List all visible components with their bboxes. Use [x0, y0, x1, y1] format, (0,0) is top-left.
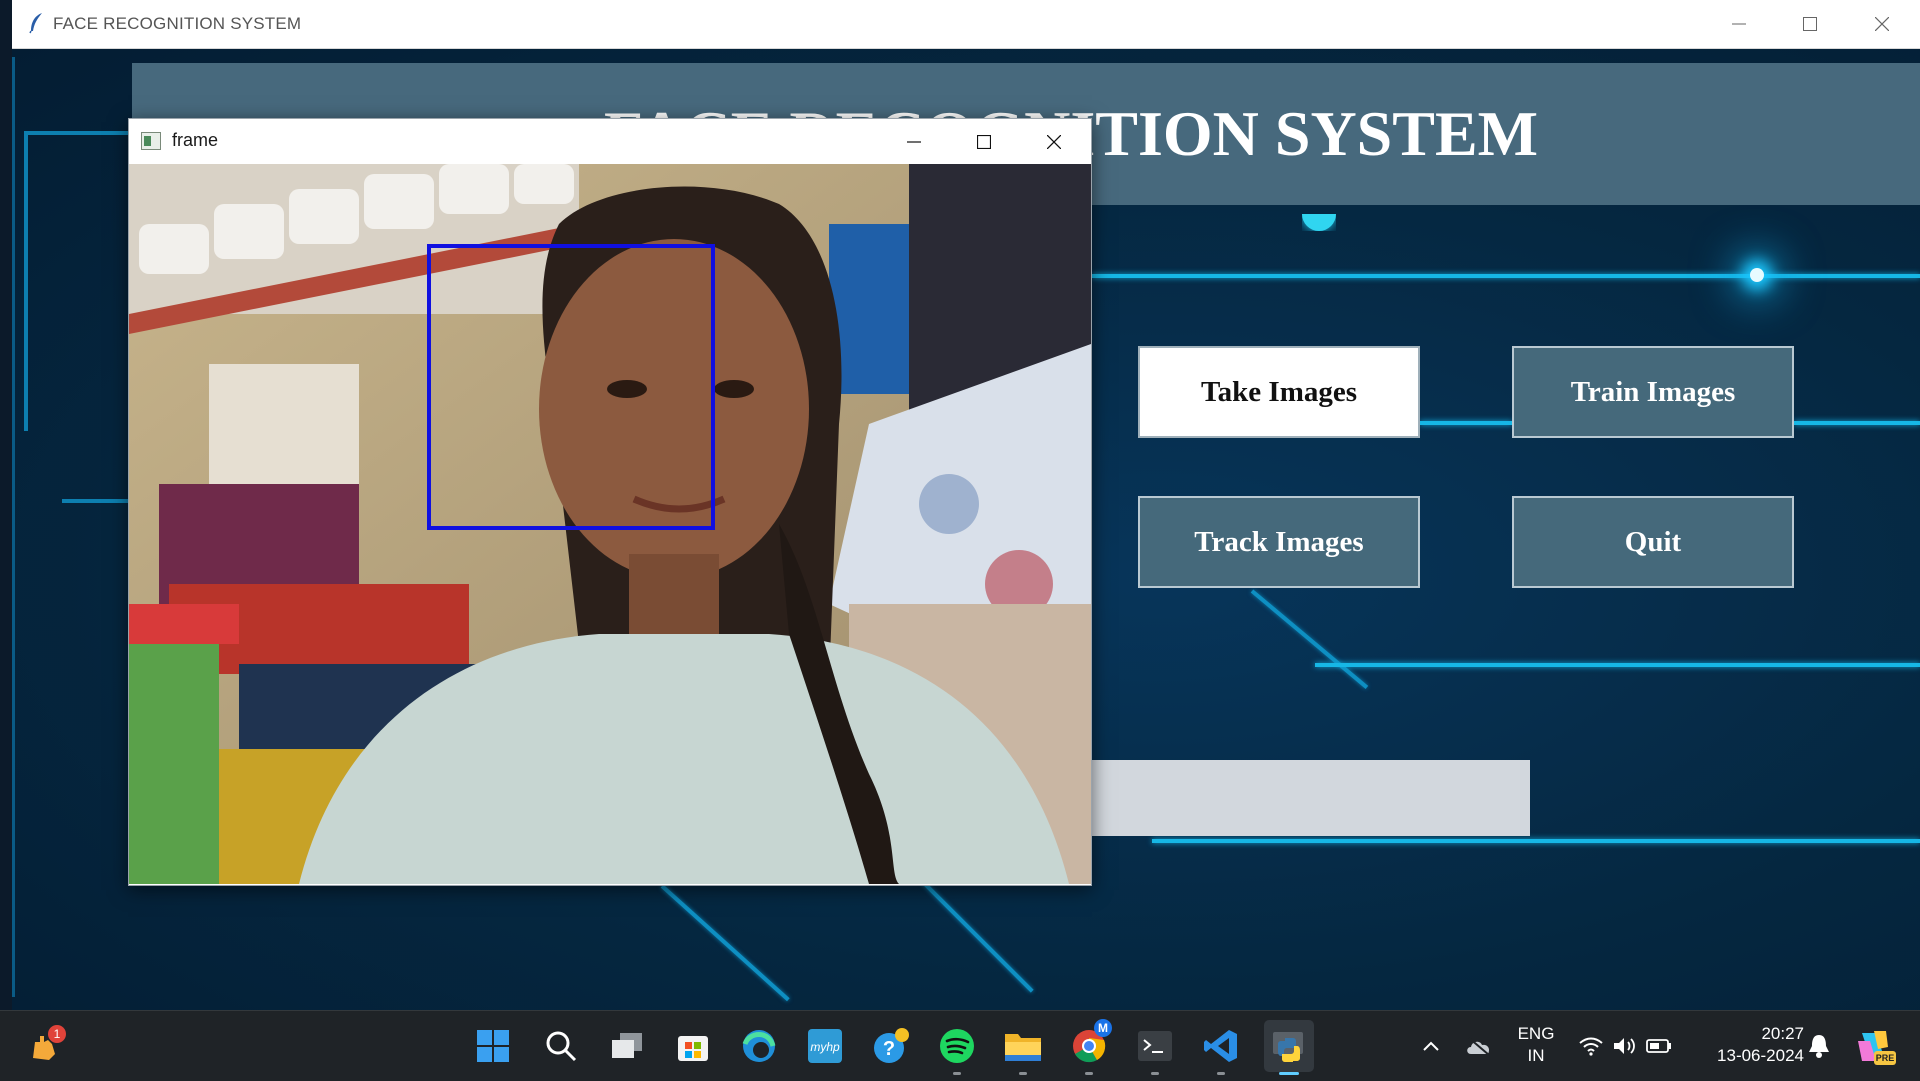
- terminal-button[interactable]: [1134, 1025, 1176, 1075]
- close-icon: [1875, 17, 1889, 31]
- background-trace: [1794, 421, 1920, 425]
- clock-time: 20:27: [1761, 1024, 1804, 1043]
- onedrive-cloud-icon: [1467, 1037, 1490, 1056]
- svg-text:myhp: myhp: [810, 1040, 840, 1054]
- status-field: [1082, 760, 1530, 836]
- app-titlebar: FACE RECOGNITION SYSTEM: [12, 0, 1920, 49]
- microsoft-store-button[interactable]: [672, 1025, 714, 1067]
- minimize-button[interactable]: [1705, 0, 1773, 48]
- terminal-icon: [1138, 1031, 1172, 1061]
- background-trace: [24, 131, 28, 431]
- clock-date: 13-06-2024: [1717, 1046, 1804, 1065]
- background-trace: [24, 131, 144, 135]
- running-indicator: [1217, 1072, 1225, 1075]
- search-button[interactable]: [540, 1025, 582, 1067]
- show-hidden-icons-button[interactable]: [1410, 1025, 1452, 1067]
- frame-minimize-button[interactable]: [879, 119, 949, 164]
- quick-settings-button[interactable]: [1570, 1025, 1680, 1067]
- background-trace: [1250, 589, 1369, 689]
- close-icon: [1047, 134, 1061, 149]
- take-images-button[interactable]: Take Images: [1138, 346, 1420, 438]
- task-view-icon: [612, 1033, 642, 1058]
- frame-window-title: frame: [172, 130, 219, 150]
- edge-button[interactable]: [738, 1025, 780, 1067]
- spotify-icon: [940, 1029, 974, 1063]
- background-trace: [1420, 421, 1512, 425]
- background-trace: [660, 884, 790, 1002]
- file-explorer-icon: [1005, 1034, 1041, 1061]
- get-help-icon: ?: [874, 1028, 909, 1063]
- language-code: ENG: [1517, 1024, 1555, 1043]
- running-indicator: [1085, 1072, 1093, 1075]
- spotify-button[interactable]: [936, 1025, 978, 1075]
- maximize-icon: [977, 134, 991, 149]
- webcam-image: [129, 164, 1091, 884]
- volume-icon: [1614, 1038, 1635, 1054]
- microsoft-store-icon: [678, 1036, 708, 1061]
- weather-widget[interactable]: 1: [24, 1025, 66, 1067]
- background-trace: [1152, 839, 1920, 843]
- camera-frame-window: frame: [128, 118, 1092, 886]
- glow-dot: [1750, 268, 1764, 282]
- minimize-icon: [1732, 23, 1746, 25]
- search-icon: [546, 1031, 577, 1062]
- python-button[interactable]: [1264, 1020, 1314, 1075]
- notification-badge: 1: [48, 1025, 66, 1043]
- clock[interactable]: 20:27 13-06-2024: [1694, 1023, 1804, 1067]
- vscode-icon: [1204, 1030, 1237, 1062]
- start-button[interactable]: [472, 1025, 514, 1067]
- myhp-button[interactable]: myhp: [804, 1025, 846, 1067]
- app-window-title: FACE RECOGNITION SYSTEM: [53, 14, 302, 33]
- chevron-up-icon: [1423, 1041, 1439, 1051]
- background-trace: [1092, 274, 1920, 278]
- python-icon: [1273, 1032, 1303, 1062]
- opencv-window-icon: [141, 132, 161, 150]
- frame-close-button[interactable]: [1019, 119, 1089, 164]
- background-trace: [12, 57, 15, 997]
- maximize-icon: [1803, 17, 1817, 31]
- running-indicator: [1019, 1072, 1027, 1075]
- chrome-profile-badge: M: [1094, 1019, 1112, 1037]
- track-images-button[interactable]: Track Images: [1138, 496, 1420, 588]
- active-indicator: [1279, 1072, 1299, 1075]
- close-button[interactable]: [1848, 0, 1916, 48]
- file-explorer-button[interactable]: [1002, 1025, 1044, 1075]
- frame-maximize-button[interactable]: [949, 119, 1019, 164]
- feather-icon: [29, 13, 42, 34]
- quit-button[interactable]: Quit: [1512, 496, 1794, 588]
- battery-icon: [1646, 1039, 1671, 1053]
- background-trace: [910, 869, 1034, 993]
- copilot-button[interactable]: PRE: [1852, 1025, 1896, 1067]
- train-images-button[interactable]: Train Images: [1512, 346, 1794, 438]
- camera-video-feed: [129, 164, 1091, 884]
- notifications-button[interactable]: [1798, 1025, 1840, 1067]
- windows-start-icon: [477, 1030, 509, 1062]
- svg-text:?: ?: [883, 1038, 895, 1060]
- minimize-icon: [907, 140, 921, 143]
- pre-badge: PRE: [1874, 1051, 1896, 1065]
- background-trace: [1315, 663, 1920, 667]
- maximize-button[interactable]: [1776, 0, 1844, 48]
- language-indicator[interactable]: ENG IN: [1508, 1023, 1564, 1067]
- get-help-button[interactable]: ?: [870, 1025, 912, 1067]
- region-code: IN: [1527, 1046, 1545, 1065]
- running-indicator: [953, 1072, 961, 1075]
- task-view-button[interactable]: [606, 1025, 648, 1067]
- bell-icon: [1809, 1035, 1829, 1058]
- frame-titlebar: frame: [129, 119, 1091, 164]
- taskbar: 1 myhp ? M ENG IN 20:27 13-06-2024 PRE: [0, 1010, 1920, 1081]
- edge-icon: [742, 1030, 776, 1062]
- chrome-button[interactable]: M: [1068, 1019, 1112, 1075]
- running-indicator: [1151, 1072, 1159, 1075]
- vscode-button[interactable]: [1200, 1025, 1242, 1075]
- onedrive-button[interactable]: [1458, 1025, 1500, 1067]
- myhp-icon: myhp: [808, 1029, 842, 1063]
- wifi-icon: [1579, 1037, 1603, 1056]
